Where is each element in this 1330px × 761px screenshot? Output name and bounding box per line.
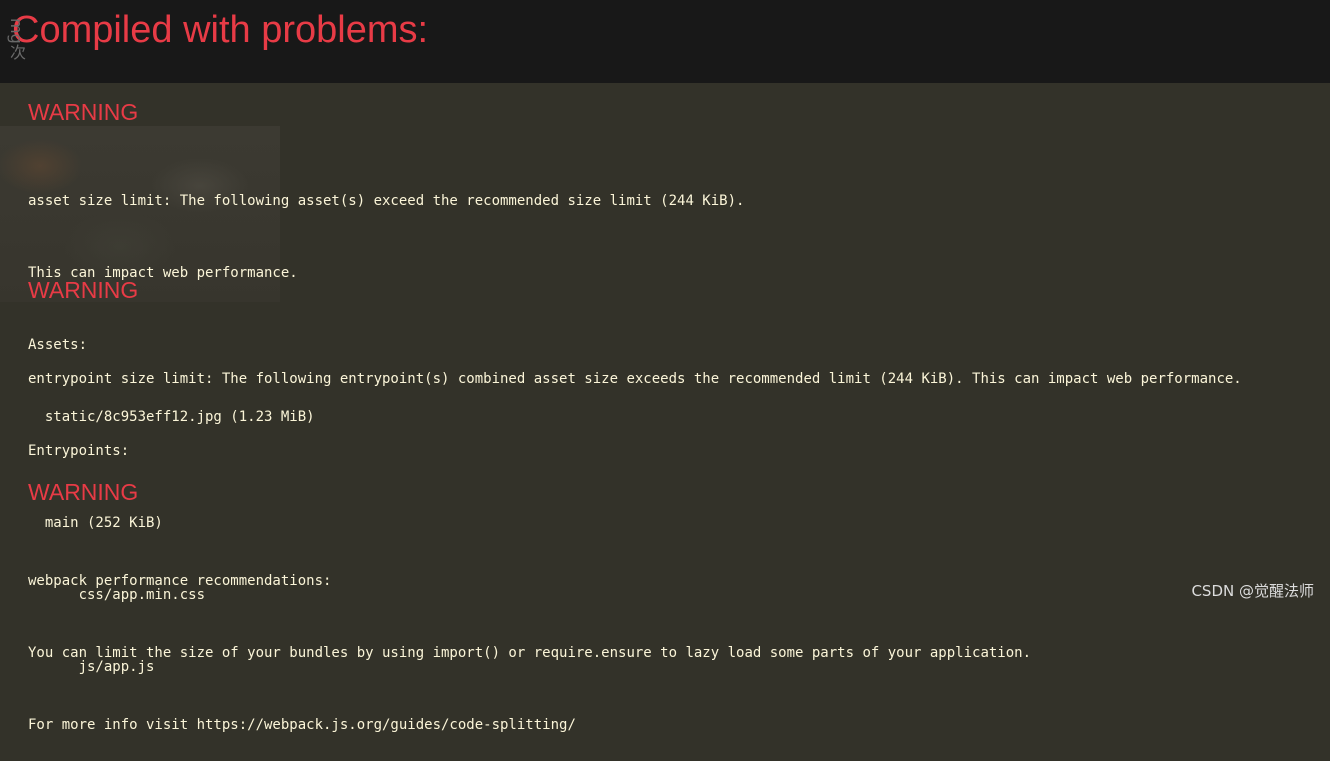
message-line: asset size limit: The following asset(s)… xyxy=(28,193,745,209)
message-line: For more info visit https://webpack.js.o… xyxy=(28,717,576,733)
watermark: CSDN @觉醒法师 xyxy=(1191,582,1314,600)
message-line: Entrypoints: xyxy=(28,443,130,459)
page-title: Compiled with problems: xyxy=(12,9,429,51)
overlay-header: Compiled with problems: xyxy=(0,0,1330,83)
warning-title: WARNING xyxy=(28,277,139,303)
side-glyphs: mg次 xyxy=(7,18,26,60)
message-line: webpack performance recommendations: xyxy=(28,573,332,589)
message-line: You can limit the size of your bundles b… xyxy=(28,645,1032,661)
message-line: entrypoint size limit: The following ent… xyxy=(28,371,1242,387)
warning-title: WARNING xyxy=(28,99,139,125)
warning-message: webpack performance recommendations: You… xyxy=(28,521,1031,761)
warning-title: WARNING xyxy=(28,479,139,505)
